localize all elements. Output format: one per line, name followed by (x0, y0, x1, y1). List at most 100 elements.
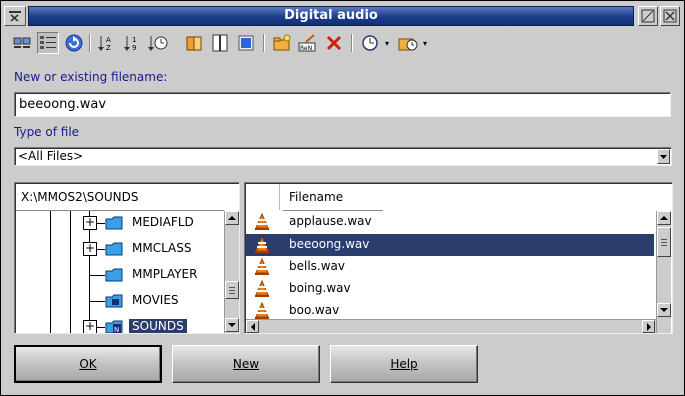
file-list[interactable]: Filename applause.wav beeoong.wav bells.… (244, 182, 673, 334)
file-name: beeoong.wav (289, 237, 370, 251)
file-dialog-window: Digital audio A Z 1 9 ReN ▾ ▾ New or exi… (0, 0, 685, 396)
help-button-label: Help (390, 357, 418, 371)
filetype-dropdown-button[interactable] (657, 149, 670, 164)
sort-name-button[interactable]: A Z (95, 32, 117, 54)
title-bar: Digital audio (1, 1, 684, 31)
ok-button[interactable]: OK (14, 345, 162, 383)
rename-icon: ReN (298, 34, 316, 52)
sort-size-button[interactable]: 1 9 (121, 32, 143, 54)
icon-view-button[interactable] (11, 32, 33, 54)
scroll-left-button[interactable] (246, 320, 259, 333)
file-row[interactable]: boo.wav (246, 300, 654, 319)
file-list-hscrollbar[interactable] (246, 319, 656, 333)
vlc-cone-icon (255, 280, 269, 297)
folder-icon (105, 242, 123, 256)
filetype-value: <All Files> (18, 149, 84, 163)
chevron-down-icon (660, 155, 667, 159)
restore-button[interactable] (638, 6, 658, 26)
split-pane-icon (212, 34, 228, 52)
new-button[interactable]: New (172, 345, 320, 383)
expand-icon[interactable]: + (83, 216, 97, 230)
file-row-selected[interactable]: beeoong.wav (246, 234, 654, 256)
history-dropdown-icon[interactable]: ▾ (385, 40, 389, 48)
file-row[interactable]: applause.wav (246, 211, 654, 233)
new-folder-button[interactable] (271, 32, 293, 54)
delete-icon (326, 35, 342, 51)
file-name: boo.wav (289, 303, 340, 317)
open-folder-icon: N (105, 320, 123, 333)
folder-icon (105, 216, 123, 230)
scroll-down-button[interactable] (657, 303, 671, 317)
rename-button[interactable]: ReN (297, 32, 319, 54)
arrow-down-icon (228, 323, 236, 327)
history-button[interactable] (359, 32, 381, 54)
scroll-up-button[interactable] (657, 211, 671, 225)
tree-item-label: MMPLAYER (132, 267, 198, 281)
tree-item-sounds[interactable]: + N SOUNDS (82, 316, 222, 333)
close-button[interactable] (660, 6, 680, 26)
history-folder-button[interactable] (397, 32, 419, 54)
tree-item-label: MEDIAFLD (132, 215, 194, 229)
directory-tree[interactable]: X:\MMOS2\SOUNDS + MEDIAFLD + MMCLASS MMP… (14, 182, 240, 334)
vlc-cone-icon (255, 258, 269, 275)
scroll-up-button[interactable] (225, 211, 239, 225)
tree-item-movies[interactable]: MOVIES (82, 290, 222, 312)
ok-button-label: OK (79, 357, 97, 371)
open-folder-button[interactable] (183, 32, 205, 54)
vlc-cone-icon (255, 302, 269, 319)
system-menu-button[interactable] (4, 6, 26, 26)
vlc-cone-icon (255, 236, 269, 253)
file-name: applause.wav (289, 214, 372, 228)
sort-size-icon: 1 9 (124, 36, 136, 52)
sort-date-button[interactable] (147, 32, 169, 54)
scroll-right-button[interactable] (642, 320, 655, 333)
arrow-up-icon (228, 216, 236, 220)
tree-item-label: MOVIES (132, 293, 179, 307)
new-folder-icon (273, 34, 291, 51)
filename-column-header[interactable]: Filename (289, 190, 343, 204)
tree-list: + MEDIAFLD + MMCLASS MMPLAYER MOVIES + N… (16, 211, 226, 333)
svg-text:1: 1 (132, 36, 136, 44)
help-button[interactable]: Help (330, 345, 478, 383)
open-folder-icon (186, 36, 202, 51)
filetype-select[interactable]: <All Files> (14, 147, 672, 166)
split-pane-button[interactable] (209, 32, 231, 54)
sort-name-icon: A Z (98, 36, 111, 52)
file-row[interactable]: boing.wav (246, 278, 654, 300)
history-icon (362, 35, 378, 51)
tree-item-mmplayer[interactable]: MMPLAYER (82, 264, 222, 286)
filename-input[interactable] (19, 93, 670, 116)
filename-label: New or existing filename: (14, 70, 168, 84)
arrow-right-icon (646, 322, 651, 331)
scroll-thumb[interactable] (225, 281, 239, 299)
file-list-vscrollbar[interactable] (656, 211, 671, 333)
file-name: bells.wav (289, 259, 346, 273)
toolbar: A Z 1 9 ReN ▾ ▾ (7, 31, 679, 55)
scroll-down-button[interactable] (225, 318, 239, 332)
svg-text:Z: Z (106, 44, 111, 52)
details-view-button[interactable] (37, 32, 59, 54)
history-folder-dropdown-icon[interactable]: ▾ (423, 40, 427, 48)
tree-item-mmclass[interactable]: + MMCLASS (82, 238, 222, 260)
delete-button[interactable] (323, 32, 345, 54)
tree-scrollbar[interactable] (224, 211, 239, 333)
svg-text:ReN: ReN (300, 45, 312, 52)
svg-text:9: 9 (132, 44, 136, 52)
file-name: boing.wav (289, 281, 351, 295)
icon-view-icon (13, 37, 31, 48)
movie-folder-icon (105, 294, 123, 308)
refresh-icon (65, 34, 83, 52)
tree-item-label: SOUNDS (129, 319, 187, 333)
filename-field[interactable] (14, 92, 671, 117)
stop-button[interactable] (235, 32, 257, 54)
stop-icon (238, 35, 254, 51)
svg-text:A: A (106, 36, 111, 44)
scroll-thumb[interactable] (657, 227, 671, 257)
expand-icon[interactable]: + (83, 320, 97, 333)
expand-icon[interactable]: + (83, 242, 97, 256)
tree-item-mediafld[interactable]: + MEDIAFLD (82, 212, 222, 234)
restore-icon (641, 9, 655, 23)
refresh-button[interactable] (63, 32, 85, 54)
filetype-label: Type of file (14, 125, 80, 139)
file-row[interactable]: bells.wav (246, 256, 654, 278)
